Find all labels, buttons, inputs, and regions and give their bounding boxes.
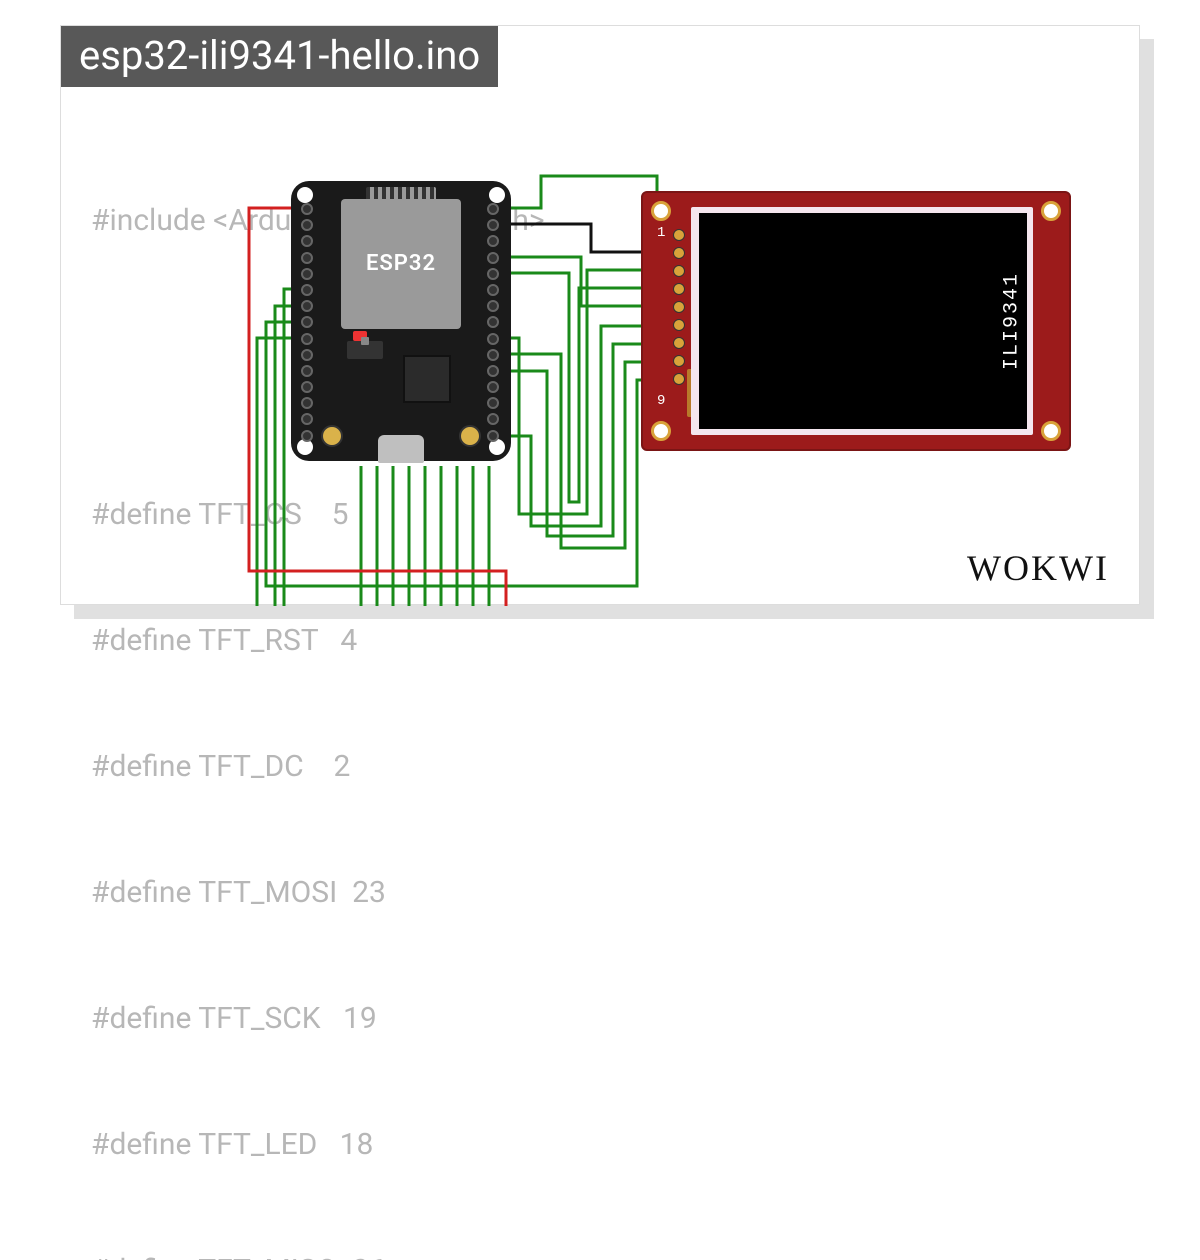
lcd-screen <box>699 213 1027 429</box>
code-line: #define TFT_MISO 26 <box>91 1250 545 1260</box>
usb-port-icon <box>378 435 424 463</box>
mount-hole-icon <box>489 187 505 203</box>
lcd-pin-header[interactable] <box>673 229 685 385</box>
mount-hole-icon <box>1041 421 1061 441</box>
pin-header-right[interactable] <box>487 203 501 442</box>
pin-header-left[interactable] <box>301 203 315 442</box>
pin-number-last: 9 <box>657 393 665 409</box>
lcd-label: ILI9341 <box>1000 272 1023 370</box>
wokwi-logo: WOKWI <box>967 547 1109 589</box>
code-line: #define TFT_SCK 19 <box>91 998 545 1040</box>
chip-icon <box>405 357 449 401</box>
code-line: #define TFT_DC 2 <box>91 746 545 788</box>
mount-hole-icon <box>1041 201 1061 221</box>
code-line: #define TFT_RST 4 <box>91 620 545 662</box>
boot-button[interactable] <box>321 425 343 447</box>
mount-hole-icon <box>651 421 671 441</box>
switch-icon <box>347 341 383 359</box>
project-card: esp32-ili9341-hello.ino #include <Arduin… <box>60 25 1140 605</box>
mount-hole-icon <box>651 201 671 221</box>
esp32-label: ESP32 <box>366 251 436 276</box>
ili9341-module[interactable]: 1 9 ILI9341 <box>641 191 1071 451</box>
lcd-bezel <box>691 207 1033 435</box>
code-line: #define TFT_LED 18 <box>91 1124 545 1166</box>
pin-number-first: 1 <box>657 225 665 241</box>
mount-hole-icon <box>297 187 313 203</box>
en-button[interactable] <box>459 425 481 447</box>
code-line: #define TFT_MOSI 23 <box>91 872 545 914</box>
esp32-board[interactable]: ESP32 <box>291 181 511 461</box>
